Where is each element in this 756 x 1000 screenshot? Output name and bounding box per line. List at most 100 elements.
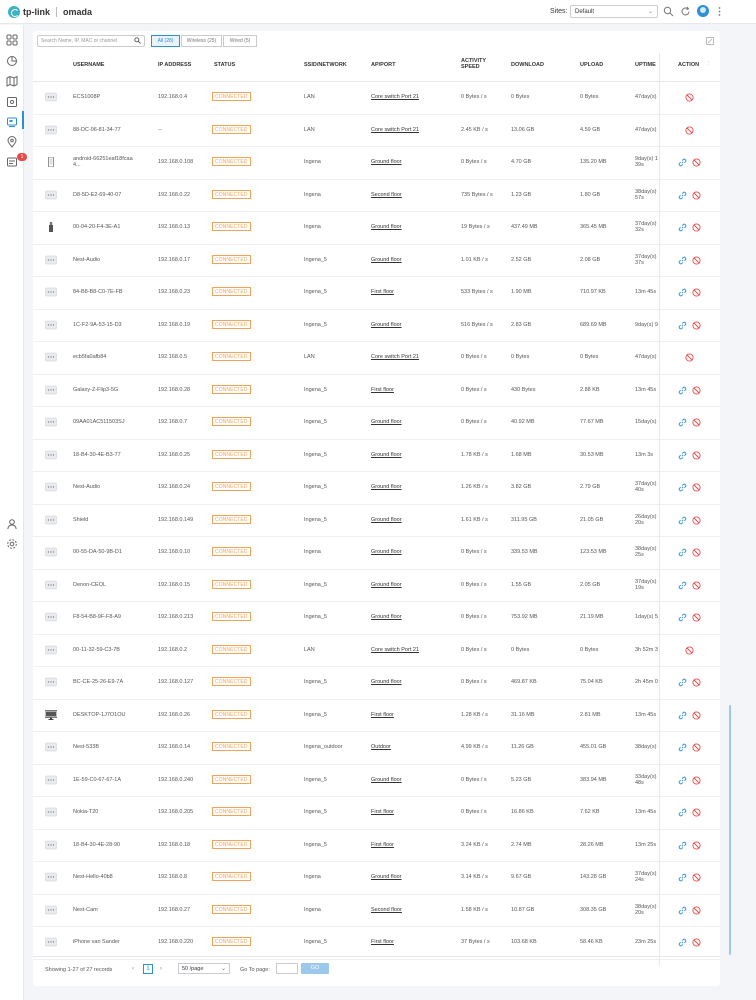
client-ap-link[interactable]: Second floor [371,192,402,198]
client-ap-link[interactable]: Ground floor [371,614,402,620]
col-download[interactable]: DOWNLOAD [511,62,544,68]
link-icon[interactable] [678,938,687,947]
go-button[interactable]: GO [301,963,329,974]
block-icon[interactable] [692,255,701,265]
block-icon[interactable] [692,418,701,427]
block-icon[interactable] [692,678,701,687]
client-ap-link[interactable]: Ground floor [371,484,402,490]
col-username[interactable]: USERNAME [73,62,104,68]
client-username[interactable]: iPhone van Sander [73,939,133,945]
block-icon[interactable] [692,613,701,622]
table-row[interactable]: 88-DC-96-81-34-77 -- CONNECTED LAN Core swit… [33,115,720,147]
link-icon[interactable] [678,678,687,687]
nav-map[interactable] [6,75,18,87]
table-row[interactable]: D8-5D-E2-69-40-07 192.168.0.22 CONNECTED In… [33,180,720,212]
link-icon[interactable] [678,743,687,752]
client-ap-link[interactable]: Ground floor [371,679,402,685]
block-icon[interactable] [692,938,701,947]
table-row[interactable]: Nest-Audio 192.168.0.17 CONNECTED Ingena_5 G… [33,245,720,277]
table-row[interactable]: 00-11-32-59-C3-7B 192.168.0.2 CONNECTED LAN… [33,635,720,667]
table-row[interactable]: 09AA01AC511503SJ 192.168.0.7 CONNECTED Inge… [33,407,720,440]
client-username[interactable]: 84-B8-B8-C0-7E-FB [73,289,133,295]
block-icon[interactable] [692,158,701,167]
client-ap-link[interactable]: Core switch Port 21 [371,127,419,133]
search-icon[interactable] [134,37,141,46]
link-icon[interactable] [678,386,687,395]
block-icon[interactable] [685,125,694,135]
filter-wired[interactable]: Wired (5) [223,35,257,47]
table-row[interactable]: ECS1008P 192.168.0.4 CONNECTED LAN Core swit… [33,82,720,115]
table-row[interactable]: Nokia-T20 192.168.0.205 CONNECTED Ingena_5 F… [33,797,720,830]
link-icon[interactable] [678,516,687,525]
table-row[interactable]: Nest-Cam 192.168.0.27 CONNECTED Ingena Secon… [33,895,720,927]
goto-page-input[interactable] [276,963,298,974]
block-icon[interactable] [692,743,701,752]
client-username[interactable]: android-66251eaf18fcaa4... [73,156,133,168]
nav-logs[interactable]: 1 [6,153,27,168]
client-ap-link[interactable]: Core switch Port 21 [371,354,419,360]
table-row[interactable]: 00-04-20-F4-3E-A1 192.168.0.13 CONNECTED In… [33,212,720,245]
prev-page-button[interactable]: ‹ [128,964,138,974]
more-vertical-icon[interactable]: ⋮ [706,61,712,67]
client-username[interactable]: Nest-533B [73,744,133,750]
block-icon[interactable] [685,353,694,362]
table-row[interactable]: BC-CE-25-26-E9-7A 192.168.0.127 CONNECTED I… [33,667,720,700]
link-icon[interactable] [678,223,687,232]
client-username[interactable]: 00-11-32-59-C3-7B [73,647,133,653]
page-number-button[interactable]: 1 [143,964,153,974]
site-select[interactable]: Default ⌄ [570,5,658,18]
client-username[interactable]: 1C-F2-9A-53-15-D3 [73,322,133,328]
client-username[interactable]: 1E-59-C0-67-67-1A [73,777,133,783]
table-row[interactable]: ecb5fa0afb84 192.168.0.5 CONNECTED LAN Core … [33,342,720,375]
client-username[interactable]: BC-CE-25-26-E9-7A [73,679,133,685]
block-icon[interactable] [692,840,701,850]
client-username[interactable]: Galaxy-Z-Flip3-5G [73,387,133,393]
client-ap-link[interactable]: First floor [371,712,394,718]
client-username[interactable]: 09AA01AC511503SJ [73,419,133,425]
link-icon[interactable] [678,613,687,622]
client-ap-link[interactable]: Ground floor [371,419,402,425]
client-username[interactable]: 00-04-20-F4-3E-A1 [73,224,133,230]
page-scrollbar[interactable] [729,705,731,955]
link-icon[interactable] [678,288,687,297]
table-row[interactable]: 18-B4-30-4E-B3-77 192.168.0.25 CONNECTED In… [33,440,720,472]
client-username[interactable]: Nest-Cam [73,907,133,913]
block-icon[interactable] [692,905,701,915]
client-ap-link[interactable]: First floor [371,939,394,945]
client-ap-link[interactable]: Ground floor [371,159,402,165]
filter-all[interactable]: All (28) [151,35,180,47]
client-username[interactable]: 00-55-DA-50-9B-D1 [73,549,133,555]
client-ap-link[interactable]: First floor [371,809,394,815]
client-username[interactable]: ECS1008P [73,94,133,100]
nav-account[interactable] [6,518,18,530]
col-upload[interactable]: UPLOAD [580,62,603,68]
block-icon[interactable] [692,580,701,590]
client-ap-link[interactable]: Ground floor [371,224,402,230]
block-icon[interactable] [692,450,701,460]
col-status[interactable]: STATUS [214,62,235,68]
col-activity-speed[interactable]: ACTIVITY SPEED [461,58,489,70]
table-row[interactable]: F8-54-B8-9F-F8-A9 192.168.0.213 CONNECTED I… [33,602,720,635]
client-ap-link[interactable]: Ground floor [371,322,402,328]
table-row[interactable]: Nest-533B 192.168.0.14 CONNECTED Ingena_out… [33,732,720,765]
link-icon[interactable] [678,841,687,850]
client-username[interactable]: Denon-CEOL [73,582,133,588]
client-username[interactable]: 18-B4-30-4E-28-90 [73,842,133,848]
client-username[interactable]: Nokia-T20 [73,809,133,815]
block-icon[interactable] [685,93,694,102]
client-ap-link[interactable]: Ground floor [371,517,402,523]
col-ip-address[interactable]: IP ADDRESS [158,62,191,68]
client-ap-link[interactable]: Ground floor [371,257,402,263]
client-ap-link[interactable]: First floor [371,387,394,393]
link-icon[interactable] [678,256,687,265]
table-row[interactable]: 18-B4-30-4E-28-90 192.168.0.18 CONNECTED In… [33,830,720,862]
next-page-button[interactable]: › [156,964,166,974]
block-icon[interactable] [692,288,701,297]
client-username[interactable]: Nest-Audio [73,257,133,263]
block-icon[interactable] [692,808,701,817]
block-icon[interactable] [685,645,694,655]
client-ap-link[interactable]: Ground floor [371,874,402,880]
client-ap-link[interactable]: Ground floor [371,549,402,555]
brand-logo[interactable]: tp-link omada [8,6,92,18]
client-username[interactable]: D8-5D-E2-69-40-07 [73,192,133,198]
